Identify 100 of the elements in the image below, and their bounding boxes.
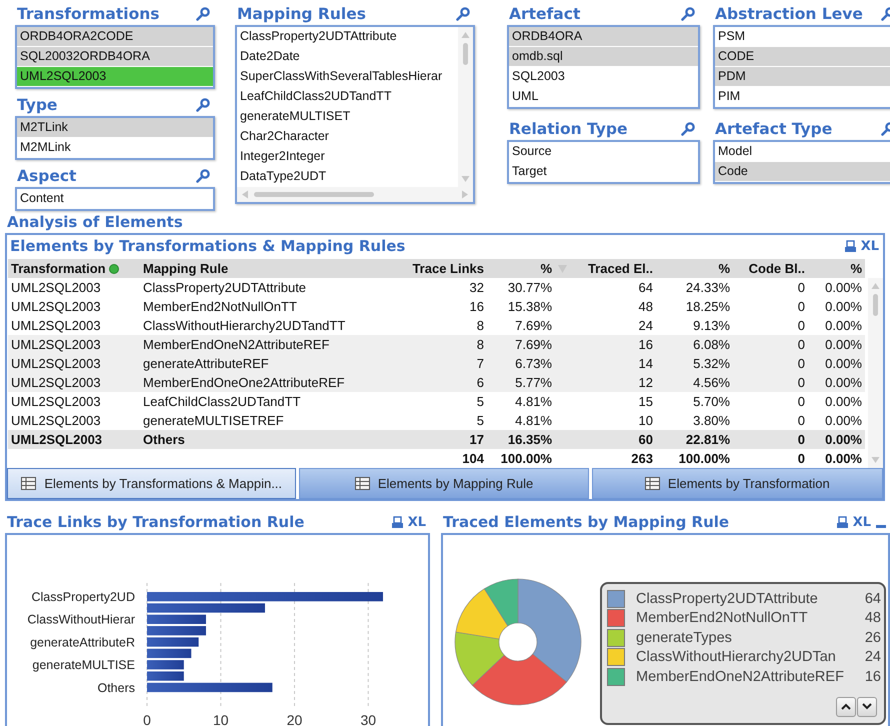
list-item[interactable]: PDM bbox=[715, 67, 890, 87]
tab[interactable]: Elements by Transformations & Mappin... bbox=[7, 468, 296, 499]
table-cell-text: UML2SQL2003 bbox=[10, 374, 102, 392]
list-item[interactable]: ORDB4ORA2CODE bbox=[17, 27, 213, 47]
table-cell-text: 7.69% bbox=[514, 317, 553, 335]
column-header[interactable]: Code Bl.. bbox=[733, 259, 808, 278]
table-cell-text: 0 bbox=[796, 298, 806, 316]
table-cell-text: 0 bbox=[796, 279, 806, 297]
legend-label: ClassWithoutHierarchy2UDTan bbox=[636, 649, 837, 666]
donut-slice[interactable] bbox=[456, 588, 508, 640]
table-cell-text: 0 bbox=[796, 336, 806, 354]
panel-title: Traced Elements by Mapping Rule bbox=[443, 513, 730, 531]
list-item[interactable]: Content bbox=[17, 189, 213, 209]
list-item[interactable]: SQL20032ORDB4ORA bbox=[17, 47, 213, 67]
excel-export-button[interactable]: XL bbox=[404, 514, 426, 530]
legend-value: 16 bbox=[864, 668, 881, 685]
up-button[interactable] bbox=[836, 696, 856, 716]
donut-slice[interactable] bbox=[454, 632, 504, 686]
table-cell-text: 0.00% bbox=[824, 317, 863, 335]
list-item[interactable]: Code bbox=[715, 162, 890, 182]
list-item[interactable]: generateMULTISET bbox=[237, 107, 458, 127]
tab[interactable]: Elements by Transformation bbox=[592, 468, 884, 499]
donut-slice[interactable] bbox=[518, 578, 582, 682]
donut-slice[interactable] bbox=[484, 578, 518, 626]
bar[interactable] bbox=[147, 592, 383, 602]
down-button[interactable] bbox=[857, 696, 877, 716]
list-item[interactable]: LeafChildClass2UDTandTT bbox=[237, 87, 458, 107]
list-item[interactable]: UML2SQL2003 bbox=[17, 67, 213, 87]
search-icon[interactable] bbox=[681, 7, 695, 21]
filter-title: Transformations bbox=[17, 5, 160, 23]
column-header[interactable]: Trace Links bbox=[370, 259, 487, 278]
bar[interactable] bbox=[147, 671, 184, 681]
list-item[interactable]: ClassProperty2UDTAttribute bbox=[237, 27, 458, 47]
table-cell-text: UML2SQL2003 bbox=[10, 355, 102, 373]
search-icon[interactable] bbox=[196, 98, 210, 112]
print-icon[interactable] bbox=[390, 516, 404, 528]
bar[interactable] bbox=[147, 637, 199, 647]
table-cell-text: 24.33% bbox=[684, 279, 731, 297]
table-cell-text: MemberEndOneOne2AttributeREF bbox=[142, 374, 346, 392]
table-icon bbox=[21, 477, 36, 490]
search-icon[interactable] bbox=[681, 122, 695, 136]
list-item[interactable]: Source bbox=[509, 142, 698, 162]
list-item[interactable]: CODE bbox=[715, 47, 890, 67]
section-title: Analysis of Elements bbox=[6, 212, 184, 233]
table-cell-text: 5 bbox=[476, 412, 485, 430]
search-icon[interactable] bbox=[196, 169, 210, 183]
list-item[interactable]: Char2Character bbox=[237, 127, 458, 147]
bar[interactable] bbox=[147, 603, 265, 613]
table-cell-text: 3.80% bbox=[692, 412, 731, 430]
category-label: Others bbox=[97, 680, 135, 695]
list-item[interactable]: Date2Date bbox=[237, 47, 458, 67]
axis-tick-label: 30 bbox=[360, 712, 376, 726]
table-cell-text: 0 bbox=[796, 412, 806, 430]
list-item[interactable]: M2TLink bbox=[17, 118, 213, 138]
column-header[interactable]: Mapping Rule bbox=[140, 259, 370, 278]
table-cell-text: 0.00% bbox=[824, 412, 863, 430]
scrollbar[interactable] bbox=[868, 278, 883, 468]
minimize-icon[interactable] bbox=[876, 524, 886, 528]
column-header[interactable]: % bbox=[656, 259, 733, 278]
list-item[interactable]: ORDB4ORA bbox=[509, 27, 698, 47]
scrollbar[interactable] bbox=[458, 27, 473, 187]
list-item[interactable]: UML bbox=[509, 87, 698, 107]
table-cell-text: 6 bbox=[476, 374, 485, 392]
list-item[interactable]: SQL2003 bbox=[509, 67, 698, 87]
table-cell-text: 263 bbox=[630, 450, 654, 468]
table-cell-text: 100.00% bbox=[678, 450, 731, 468]
list-item[interactable]: Target bbox=[509, 162, 698, 182]
tab[interactable]: Elements by Mapping Rule bbox=[299, 468, 589, 499]
list-item[interactable]: M2MLink bbox=[17, 138, 213, 158]
table-cell-text: 6.08% bbox=[692, 336, 731, 354]
column-header[interactable]: % bbox=[487, 259, 555, 278]
list-item[interactable]: SuperClassWithSeveralTablesHierar bbox=[237, 67, 458, 87]
print-icon[interactable] bbox=[836, 516, 849, 528]
donut-slice[interactable] bbox=[472, 654, 567, 706]
list-item[interactable]: PIM bbox=[715, 87, 890, 107]
search-icon[interactable] bbox=[196, 7, 210, 21]
list-item[interactable]: omdb.sql bbox=[509, 47, 698, 67]
table-cell-text: 0 bbox=[796, 317, 806, 335]
column-header[interactable]: Transformation bbox=[8, 259, 140, 278]
table-cell-text: 0.00% bbox=[824, 298, 863, 316]
bar[interactable] bbox=[147, 682, 272, 692]
list-item[interactable]: Integer2Integer bbox=[237, 147, 458, 167]
excel-export-button[interactable]: XL bbox=[848, 514, 871, 530]
legend-value: 26 bbox=[864, 630, 881, 646]
print-icon[interactable] bbox=[844, 240, 857, 252]
legend-value: 48 bbox=[864, 610, 881, 626]
table-cell-text: 17 bbox=[468, 431, 485, 449]
bar[interactable] bbox=[147, 648, 192, 658]
column-header[interactable]: % bbox=[808, 259, 865, 278]
excel-export-button[interactable]: XL bbox=[856, 238, 879, 254]
scrollbar[interactable] bbox=[237, 187, 473, 202]
column-header[interactable]: Traced El.. bbox=[555, 259, 656, 278]
table-cell-text: UML2SQL2003 bbox=[10, 393, 102, 411]
filter-title: Abstraction Leve bbox=[715, 5, 863, 23]
table-cell-text: 0.00% bbox=[824, 336, 863, 354]
table-cell-text: 30.77% bbox=[506, 279, 553, 297]
legend-label: generateTypes bbox=[636, 630, 733, 646]
table-cell-text: 8 bbox=[476, 317, 485, 335]
search-icon[interactable] bbox=[456, 7, 470, 21]
bar[interactable] bbox=[147, 614, 206, 624]
